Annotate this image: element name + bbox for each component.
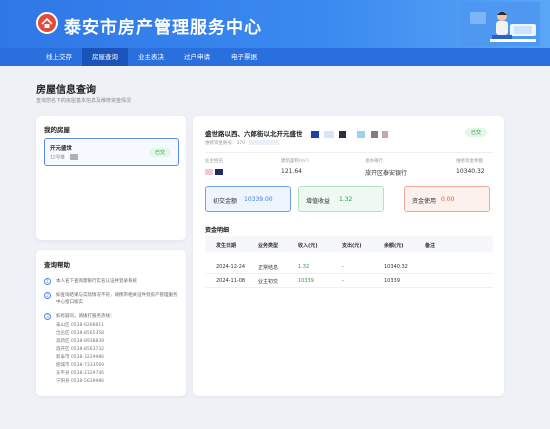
page-title: 房屋信息查询 <box>36 85 96 96</box>
main-nav: 线上交存 房屋查询 业主表决 过户申请 电子票据 <box>0 48 550 66</box>
col-header-expense: 支出(元) <box>342 243 362 249</box>
number-badge-icon: 1 <box>44 278 51 285</box>
house-status-badge: 已交 <box>149 148 172 157</box>
house-unit: 12号楼 <box>50 154 79 161</box>
cell-income: 10339 <box>298 278 314 284</box>
cell-type: 业主初交 <box>258 279 279 285</box>
row-divider <box>205 287 493 288</box>
person-at-desk-illustration <box>460 2 540 46</box>
house-address: 盛世路以西、六郎街以北开元盛世 <box>205 128 389 138</box>
house-status-badge: 已交 <box>465 128 488 137</box>
owner-label: 业主姓名 <box>205 159 223 164</box>
help-item: 3 如有疑问，请拨打服务热线： <box>44 313 182 320</box>
number-badge-icon: 3 <box>44 313 51 320</box>
cell-expense: - <box>342 278 344 284</box>
site-header: 泰安市房产管理服务中心 <box>0 0 550 48</box>
income-box: 增值收益 1.32 <box>298 186 384 212</box>
phone-line: 旅开区 0538-8563732 <box>56 347 105 352</box>
nav-item-transfer-apply[interactable]: 过户申请 <box>174 48 220 66</box>
nav-item-house-query[interactable]: 房屋查询 <box>82 48 128 66</box>
fund-usage-label: 资金使用 <box>412 198 437 205</box>
phone-line: 泰山区 0538-6268811 <box>56 323 105 328</box>
help-card: 查询帮助 1 本人名下查询需银行实名认证并登录系统 2 如查询结果与实际情况不符，请… <box>36 250 186 396</box>
col-header-date: 发生日期 <box>216 243 237 249</box>
phone-line: 宁阳县 0538-5639986 <box>56 379 105 384</box>
page: 泰安市房产管理服务中心 线上交存 房屋查询 业主表决 过户申请 电子票据 房屋信… <box>0 0 550 429</box>
fund-usage-box: 资金使用 0.00 <box>404 186 490 212</box>
area-value: 121.64 <box>281 168 302 175</box>
nav-item-online-deposit[interactable]: 线上交存 <box>36 48 82 66</box>
phone-line: 肥城市 0538-7333569 <box>56 363 105 368</box>
help-item: 1 本人名下查询需银行实名认证并登录系统 <box>44 278 182 285</box>
cell-date: 2024-12-24 <box>216 264 246 270</box>
initial-amount-value: 10339.00 <box>244 196 273 203</box>
cell-income: 1.32 <box>298 264 310 270</box>
phone-line: 高新区 0538-8938839 <box>56 339 105 344</box>
nav-item-owner-vote[interactable]: 业主表决 <box>128 48 174 66</box>
bank-label: 承办银行 <box>365 159 383 164</box>
balance-label: 维修资金余额 <box>456 159 483 164</box>
initial-amount-box: 初交金额 10339.00 <box>205 186 291 212</box>
help-item: 2 如查询结果与实际情况不符，请携带相关证件到房产管理服务中心窗口核实 <box>44 292 182 306</box>
col-header-type: 业务类型 <box>258 243 279 249</box>
owner-name-redacted <box>205 168 223 175</box>
logo-icon <box>36 12 58 34</box>
area-label: 建筑面积(m²) <box>281 159 309 164</box>
page-subtitle: 查询您名下的房屋基本信息及维修资金情况 <box>36 98 132 104</box>
my-houses-card: 我的房屋 开元盛世 12号楼 已交 <box>36 116 186 240</box>
my-houses-title: 我的房屋 <box>44 126 70 134</box>
house-list-item[interactable]: 开元盛世 12号楼 已交 <box>44 138 179 166</box>
account-number: 维修资金账号：370 <box>205 140 279 146</box>
cell-date: 2024-11-08 <box>216 278 246 284</box>
nav-item-e-invoice[interactable]: 电子票据 <box>220 48 268 66</box>
income-label: 增值收益 <box>306 198 331 205</box>
phone-line: 岱岳区 0538-8565358 <box>56 331 105 336</box>
house-detail-card: 盛世路以西、六郎街以北开元盛世 已交 维修资金账号：370 业主姓名 建筑面积(… <box>193 116 504 396</box>
cell-expense: - <box>342 264 344 270</box>
col-header-income: 收入(元) <box>298 243 318 249</box>
cell-balance: 10340.32 <box>384 264 408 270</box>
phone-line: 东平县 0538-2329746 <box>56 371 105 376</box>
fund-usage-value: 0.00 <box>441 196 455 203</box>
cell-balance: 10339 <box>384 278 400 284</box>
col-header-balance: 余额(元) <box>384 243 404 249</box>
cell-type: 正常结息 <box>258 265 279 271</box>
bank-value: 旅开区泰安银行 <box>365 170 408 177</box>
details-title: 资金明细 <box>205 227 230 234</box>
site-title: 泰安市房产管理服务中心 <box>64 18 262 38</box>
divider <box>205 152 493 153</box>
row-divider <box>205 273 493 274</box>
help-title: 查询帮助 <box>44 261 70 269</box>
initial-amount-label: 初交金额 <box>213 198 238 205</box>
house-name: 开元盛世 <box>50 146 73 152</box>
number-badge-icon: 2 <box>44 292 51 299</box>
phone-line: 新泰市 0538-3229986 <box>56 355 105 360</box>
income-value: 1.32 <box>339 196 353 203</box>
balance-value: 10340.32 <box>456 168 485 175</box>
col-header-remark: 备注 <box>425 243 436 249</box>
